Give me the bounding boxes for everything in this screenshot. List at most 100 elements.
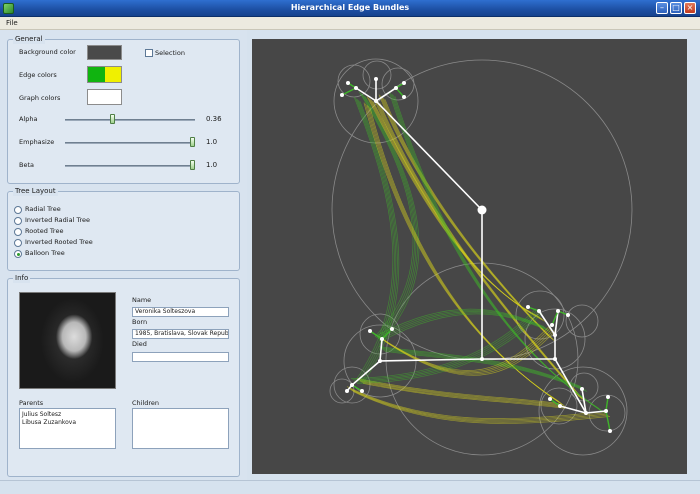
radio-inverted-radial-tree[interactable]	[14, 217, 22, 225]
inverted-radial-tree-label: Inverted Radial Tree	[25, 216, 90, 224]
radio-radial-tree[interactable]	[14, 206, 22, 214]
alpha-slider-track[interactable]	[65, 119, 195, 121]
children-list[interactable]	[132, 408, 229, 449]
parents-list[interactable]: Julius Soltesz Libusa Zuzankova	[19, 408, 116, 449]
parent-item[interactable]: Julius Soltesz	[22, 411, 113, 419]
beta-slider-track[interactable]	[65, 165, 195, 167]
leaf-link	[605, 396, 609, 412]
emphasize-slider-thumb[interactable]	[190, 137, 195, 147]
balloon-circle	[337, 64, 371, 98]
radio-inverted-rooted-tree[interactable]	[14, 239, 22, 247]
tree-node	[606, 395, 610, 399]
died-label: Died	[132, 340, 147, 348]
tree-node	[566, 313, 570, 317]
general-group: General Background color Selection Edge …	[7, 35, 240, 184]
tree-node	[374, 77, 378, 81]
tree-node	[553, 357, 557, 361]
background-color-swatch[interactable]	[87, 45, 122, 60]
selection-label: Selection	[155, 49, 185, 57]
tree-node	[558, 404, 562, 408]
leaf-link	[341, 87, 357, 96]
emphasize-slider-track[interactable]	[65, 142, 195, 144]
alpha-value: 0.36	[206, 115, 222, 123]
graph-colors-swatch[interactable]	[87, 89, 122, 105]
root-node	[477, 205, 487, 215]
general-group-title: General	[13, 35, 45, 44]
tree-node	[345, 389, 349, 393]
balloon-circle	[362, 60, 392, 90]
tree-node	[580, 387, 584, 391]
edge-bundle	[368, 97, 541, 319]
leaf-link	[369, 330, 383, 340]
born-field[interactable]: 1985, Bratislava, Slovak Republic	[132, 329, 229, 339]
background-color-label: Background color	[19, 48, 76, 56]
tree-node	[368, 329, 372, 333]
died-field[interactable]	[132, 352, 229, 362]
edge-bundle	[356, 378, 560, 404]
tree-node	[556, 309, 560, 313]
tree-node	[350, 383, 354, 387]
tree-node	[378, 359, 382, 363]
tree-node	[480, 357, 484, 361]
balloon-circle	[381, 67, 415, 101]
tree-node	[354, 86, 358, 90]
tree-node	[360, 389, 364, 393]
tree-node	[346, 81, 350, 85]
tree-layout-group: Tree Layout Radial Tree Inverted Radial …	[7, 187, 240, 271]
balloon-circle	[329, 378, 355, 404]
edge-colors-label: Edge colors	[19, 71, 57, 79]
name-field[interactable]: Veronika Solteszova	[132, 307, 229, 317]
children-label: Children	[132, 399, 160, 407]
tree-node	[402, 81, 406, 85]
tree-node	[374, 99, 378, 103]
edge-color-end	[104, 67, 121, 82]
tree-layout-group-title: Tree Layout	[13, 187, 58, 196]
emphasize-value: 1.0	[206, 138, 218, 146]
person-photo	[19, 292, 116, 389]
radio-balloon-tree[interactable]	[14, 250, 22, 258]
menu-bar: File	[0, 17, 700, 30]
alpha-label: Alpha	[19, 115, 38, 123]
tree-node	[394, 86, 398, 90]
app-icon	[3, 3, 14, 14]
control-panel: General Background color Selection Edge …	[0, 30, 247, 480]
window-title: Hierarchical Edge Bundles	[290, 3, 410, 12]
alpha-slider-thumb[interactable]	[110, 114, 115, 124]
beta-label: Beta	[19, 161, 34, 169]
minimize-button[interactable]: –	[656, 2, 668, 14]
balloon-circle	[565, 304, 599, 338]
balloon-tree-graph[interactable]	[252, 39, 687, 474]
info-group-title: Info	[13, 274, 31, 283]
edge-color-start	[88, 67, 105, 82]
name-label: Name	[132, 296, 152, 304]
tree-node	[526, 305, 530, 309]
parents-label: Parents	[19, 399, 44, 407]
title-bar: Hierarchical Edge Bundles – □ ×	[0, 0, 700, 17]
maximize-button[interactable]: □	[670, 2, 682, 14]
tree-node	[553, 333, 557, 337]
tree-node	[340, 93, 344, 97]
edge-bundle	[378, 326, 550, 371]
visualization-canvas[interactable]	[252, 39, 687, 474]
parent-item[interactable]: Libusa Zuzankova	[22, 419, 113, 427]
tree-node	[550, 323, 554, 327]
tree-node	[390, 327, 394, 331]
close-button[interactable]: ×	[684, 2, 696, 14]
tree-node	[584, 411, 588, 415]
selection-checkbox[interactable]	[145, 49, 153, 57]
menu-file[interactable]: File	[6, 19, 18, 27]
balloon-tree-label: Balloon Tree	[25, 249, 65, 257]
beta-value: 1.0	[206, 161, 218, 169]
born-label: Born	[132, 318, 148, 326]
tree-node	[537, 309, 541, 313]
rooted-tree-label: Rooted Tree	[25, 227, 64, 235]
balloon-circle	[538, 366, 628, 456]
tree-node	[402, 95, 406, 99]
radio-rooted-tree[interactable]	[14, 228, 22, 236]
emphasize-label: Emphasize	[19, 138, 55, 146]
radial-tree-label: Radial Tree	[25, 205, 61, 213]
edge-colors-swatch[interactable]	[87, 66, 122, 83]
tree-node	[604, 409, 608, 413]
leaf-link	[605, 410, 611, 432]
beta-slider-thumb[interactable]	[190, 160, 195, 170]
